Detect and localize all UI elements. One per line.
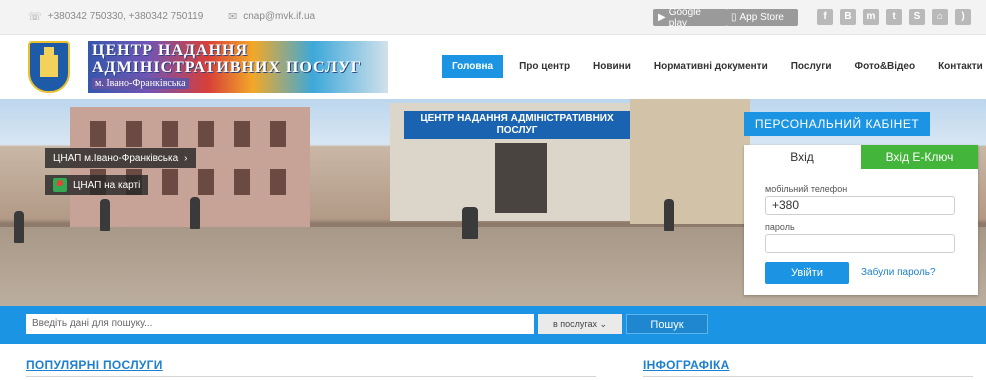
pedestrian: [190, 197, 200, 229]
search-input[interactable]: Введіть дані для пошуку...: [26, 314, 534, 334]
nav-home[interactable]: Головна: [442, 55, 504, 78]
infographics-heading[interactable]: ІНФОГРАФІКА: [643, 358, 730, 372]
phone-input[interactable]: +380: [765, 196, 955, 215]
personal-cabinet-title: ПЕРСОНАЛЬНИЙ КАБІНЕТ: [744, 112, 930, 136]
search-button[interactable]: Пошук: [626, 314, 708, 334]
sitemap-icon[interactable]: ⌂: [932, 9, 948, 25]
tab-ekey-login[interactable]: Вхід Е-Ключ: [861, 145, 978, 169]
google-maps-icon: [53, 178, 67, 192]
nav-services[interactable]: Послуги: [783, 55, 840, 78]
google-play-label: Google play: [668, 6, 701, 29]
main-nav: Головна Про центр Новини Нормативні доку…: [442, 55, 986, 78]
cnap-map-link[interactable]: ЦНАП на карті: [45, 175, 149, 195]
top-bar: ☏ +380342 750330, +380342 750119 ✉ cnap@…: [0, 0, 986, 35]
login-panel: Вхід Вхід Е-Ключ мобільний телефон +380 …: [744, 145, 978, 295]
login-button[interactable]: Увійти: [765, 262, 849, 284]
cnap-map-label: ЦНАП на карті: [73, 179, 141, 191]
logo-line-2: АДМІНІСТРАТИВНИХ ПОСЛУГ: [92, 59, 362, 76]
forgot-password-link[interactable]: Забули пароль?: [861, 267, 936, 278]
building-entrance: [495, 143, 547, 213]
search-scope-select[interactable]: в послугах ⌄: [538, 314, 622, 334]
pedestrian: [100, 199, 110, 231]
email-contact[interactable]: ✉ cnap@mvk.if.ua: [228, 10, 315, 23]
site-header: ЦЕНТР НАДАННЯ АДМІНІСТРАТИВНИХ ПОСЛУГ м.…: [0, 35, 986, 99]
password-label: пароль: [765, 222, 795, 232]
blogger-icon[interactable]: B: [840, 9, 856, 25]
search-bar: Введіть дані для пошуку... в послугах ⌄ …: [0, 306, 986, 344]
nav-news[interactable]: Новини: [585, 55, 639, 78]
phone-contact: ☏ +380342 750330, +380342 750119: [28, 10, 203, 23]
chevron-right-icon: ›: [184, 152, 188, 164]
divider: [26, 376, 596, 377]
phone-label: мобільний телефон: [765, 184, 848, 194]
app-store-badge[interactable]: ▯ App Store: [726, 9, 798, 26]
social-links: f B m t S ⌂ ): [817, 9, 971, 25]
cnap-city-label: ЦНАП м.Івано-Франківська: [53, 152, 179, 164]
google-play-icon: ▶: [658, 12, 666, 23]
tab-login[interactable]: Вхід: [744, 145, 860, 169]
nav-contacts[interactable]: Контакти: [930, 55, 986, 78]
rss-icon[interactable]: ): [955, 9, 971, 25]
logo-line-1: ЦЕНТР НАДАННЯ: [92, 42, 249, 59]
nav-media[interactable]: Фото&Відео: [847, 55, 924, 78]
pedestrian: [14, 211, 24, 243]
search-scope-value: в послугах: [552, 319, 597, 329]
logo-line-3: м. Івано-Франківська: [92, 78, 189, 89]
google-play-badge[interactable]: ▶ Google play: [653, 6, 727, 29]
chevron-down-icon: ⌄: [599, 319, 608, 329]
building-right: [630, 99, 750, 224]
facebook-icon[interactable]: f: [817, 9, 833, 25]
nav-about[interactable]: Про центр: [511, 55, 578, 78]
skype-icon[interactable]: S: [909, 9, 925, 25]
city-coat-of-arms-icon[interactable]: [28, 41, 70, 93]
twitter-icon[interactable]: t: [886, 9, 902, 25]
password-input[interactable]: [765, 234, 955, 253]
phone-numbers: +380342 750330, +380342 750119: [47, 11, 204, 22]
pedestrian: [462, 207, 478, 239]
site-logo[interactable]: ЦЕНТР НАДАННЯ АДМІНІСТРАТИВНИХ ПОСЛУГ м.…: [88, 41, 388, 93]
divider: [643, 376, 973, 377]
email-link[interactable]: cnap@mvk.if.ua: [243, 11, 315, 22]
popular-services-heading[interactable]: ПОПУЛЯРНІ ПОСЛУГИ: [26, 358, 163, 372]
myspace-icon[interactable]: m: [863, 9, 879, 25]
mail-icon: ✉: [228, 11, 238, 23]
nav-regulations[interactable]: Нормативні документи: [646, 55, 776, 78]
app-store-label: App Store: [739, 12, 784, 23]
phone-device-icon: ▯: [731, 12, 737, 23]
cnap-city-link[interactable]: ЦНАП м.Івано-Франківська ›: [45, 148, 196, 168]
pedestrian: [664, 199, 674, 231]
building-sign: ЦЕНТР НАДАННЯ АДМІНІСТРАТИВНИХ ПОСЛУГ: [404, 111, 630, 139]
phone-icon: ☏: [28, 11, 42, 23]
